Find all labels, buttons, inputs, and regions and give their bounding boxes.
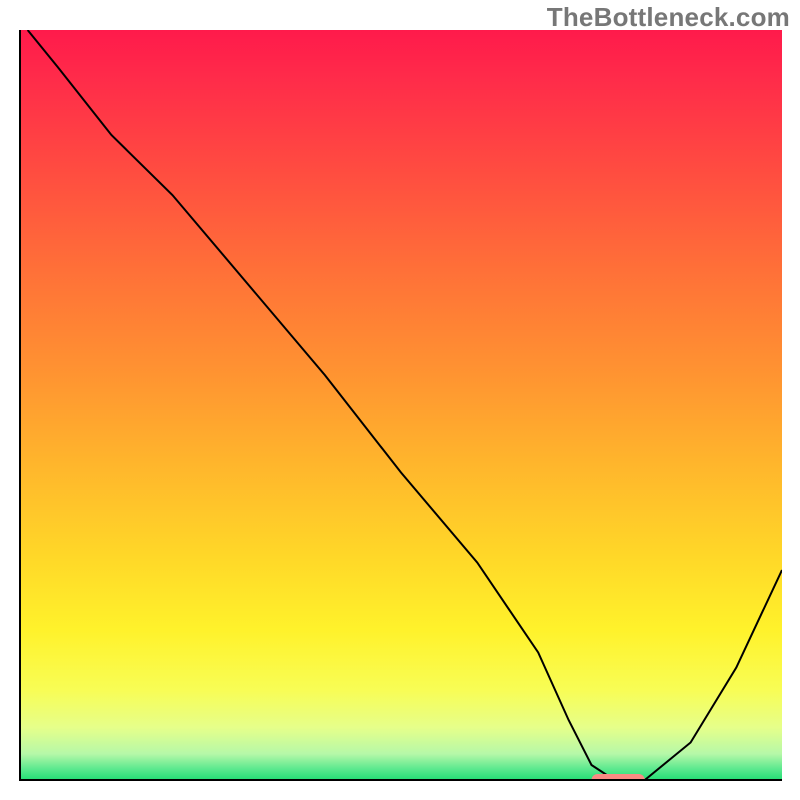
gradient-background — [20, 30, 782, 780]
bottleneck-chart: TheBottleneck.com — [0, 0, 800, 800]
plot-svg — [18, 30, 782, 782]
watermark-label: TheBottleneck.com — [547, 2, 790, 33]
